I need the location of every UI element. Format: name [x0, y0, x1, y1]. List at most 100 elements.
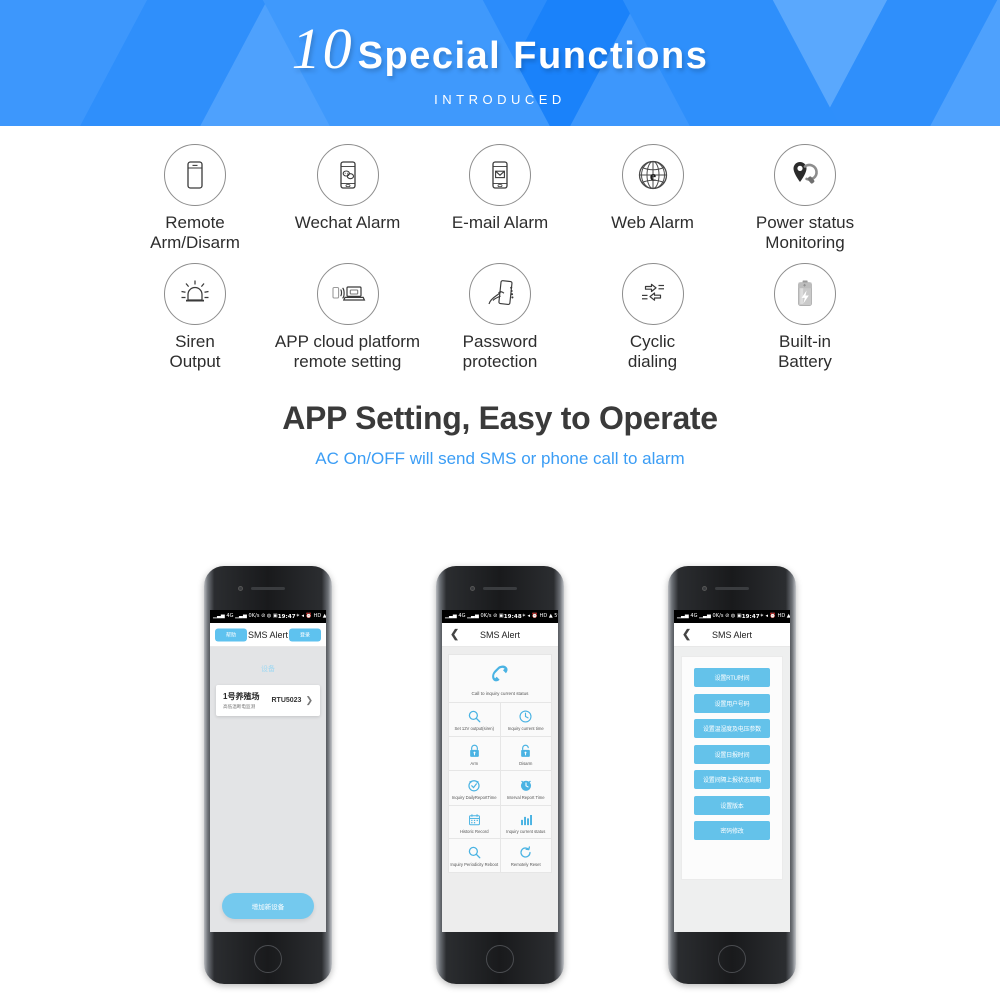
- home-button[interactable]: [254, 945, 282, 973]
- grid-item-label: Inquiry Periodicity Reboot: [450, 862, 499, 868]
- feature-label: E-mail Alarm: [451, 213, 549, 232]
- setting-button-version[interactable]: 设置版本: [694, 795, 770, 815]
- status-bar: ▁▃▅ 4G ▁▃▅ 0K/s ⊘ ◍ ▣ 19:47 ✶ ◂ ⏰ HD ▲: [674, 610, 790, 623]
- command-grid-body: Call to inquiry current status Set 12V o…: [442, 647, 558, 932]
- wifi-icon: ▲: [786, 613, 790, 619]
- grid-row: Inquiry DailyReportTime Interval Report …: [449, 771, 551, 806]
- feature-grid: Remote Arm/Disarm Wechat Alarm E-mail Al…: [0, 126, 1000, 372]
- section-label-devices: 设备: [261, 666, 275, 673]
- setting-button-rtu-time[interactable]: 设置RTU时间: [694, 668, 770, 687]
- grid-item-label: Inquiry current status: [506, 828, 546, 834]
- front-camera-icon: [470, 586, 475, 591]
- grid-item-set-12v-output[interactable]: Set 12V output(siren): [449, 703, 500, 736]
- setting-button-interval-report-cycle[interactable]: 设置间隔上报状态周期: [694, 770, 770, 789]
- alarm-clock-check-icon: [468, 780, 480, 792]
- grid-item-interval-report-time[interactable]: Interval Report Time: [499, 771, 552, 805]
- data-rate-label: 0K/s: [712, 613, 724, 619]
- nav-title: SMS Alert: [711, 629, 752, 640]
- cyclic-arrows-icon: [621, 263, 684, 326]
- feature-app-cloud-platform: APP cloud platform remote setting: [273, 263, 423, 372]
- hand-phone-password-icon: [469, 263, 531, 326]
- sync-icon: ⊘: [725, 613, 730, 619]
- grid-row: Historic Record Inquiry current status: [449, 805, 552, 840]
- mute-icon: ◂: [765, 613, 769, 619]
- nav-right-button[interactable]: 登录: [289, 628, 321, 641]
- data-rate-label: 0K/s: [480, 613, 492, 619]
- feature-label: Cyclic dialing: [627, 332, 678, 372]
- refresh-icon: [520, 846, 531, 859]
- section-subtitle: AC On/OFF will send SMS or phone call to…: [315, 449, 685, 469]
- grid-item-remotely-reset[interactable]: Remotely Reset: [499, 839, 552, 873]
- do-not-disturb-icon: ◍: [266, 613, 272, 619]
- data-rate-label: 0K/s: [248, 613, 260, 619]
- svg-text:e: e: [649, 170, 655, 185]
- phone-handset-icon: [492, 665, 508, 682]
- setting-button-change-password[interactable]: 密码修改: [694, 821, 770, 840]
- grid-item-call-status[interactable]: Call to inquiry current status: [449, 655, 551, 703]
- status-time: 19:47: [277, 613, 296, 620]
- nav-bar-3: ❮ SMS Alert: [674, 623, 790, 647]
- nav-left-button[interactable]: 帮助: [215, 628, 247, 641]
- phone-screen-1: ▁▃▅ 4G ▁▃▅ 0K/s ⊘ ◍ ▣ 19:47 ✶ ◂ ⏰ HD ▲ 帮…: [210, 610, 326, 932]
- device-list-body: 设备 1号养殖场 高低温断电监测 RTU5023 ❯ 增加新设备: [210, 647, 326, 932]
- grid-item-inquiry-current-time[interactable]: Inquiry current time: [499, 703, 552, 736]
- front-camera-icon: [238, 586, 243, 591]
- home-button[interactable]: [718, 945, 746, 973]
- feature-email-alarm: E-mail Alarm: [425, 144, 575, 253]
- feature-label: APP cloud platform remote setting: [274, 332, 421, 372]
- grid-item-historic-record[interactable]: Historic Record: [449, 806, 500, 839]
- feature-cyclic-dialing: Cyclic dialing: [578, 263, 728, 372]
- feature-label: Password protection: [462, 332, 538, 372]
- device-list-item[interactable]: 1号养殖场 高低温断电监测 RTU5023 ❯: [216, 685, 320, 716]
- status-time: 19:47: [741, 613, 760, 620]
- status-bar: ▁▃▅ 4G ▁▃▅ 0K/s ⊘ ◍ ▣ 19:47 ✶ ◂ ⏰ HD ▲: [210, 610, 326, 623]
- alarm-clock-icon: [520, 780, 531, 792]
- bluetooth-icon: ✶: [295, 613, 301, 619]
- grid-item-inquiry-daily-report-time[interactable]: Inquiry DailyReportTime: [449, 771, 500, 805]
- chevron-left-icon[interactable]: ❮: [450, 629, 459, 640]
- feature-power-status-monitoring: Power status Monitoring: [730, 144, 880, 253]
- do-not-disturb-icon: ◍: [730, 613, 736, 619]
- grid-item-inquiry-current-status[interactable]: Inquiry current status: [499, 805, 552, 839]
- sync-icon: ⊘: [493, 613, 498, 619]
- add-device-button[interactable]: 增加新设备: [222, 893, 314, 919]
- bluetooth-icon: ✶: [521, 613, 527, 619]
- feature-siren-output: Siren Output: [120, 263, 270, 372]
- feature-row-2: Siren Output APP cloud platform remote s…: [120, 263, 880, 372]
- grid-item-arm[interactable]: Arm: [449, 737, 500, 771]
- signal-bars-icon: ▁▃▅: [677, 613, 689, 619]
- lock-open-icon: [521, 744, 531, 757]
- chevron-left-icon[interactable]: ❮: [682, 629, 691, 640]
- globe-e-icon: e: [621, 144, 684, 206]
- feature-wechat-alarm: Wechat Alarm: [273, 144, 423, 253]
- banner-subtitle: INTRODUCED: [434, 91, 566, 107]
- hd-icon: HD: [539, 613, 548, 619]
- wifi-icon: ▲: [322, 613, 326, 619]
- wifi-icon: ▲: [548, 613, 553, 619]
- network-type-label: 4G: [226, 613, 234, 619]
- status-time: 19:48: [503, 613, 522, 620]
- setting-button-temp-humidity-voltage[interactable]: 设置温湿度及电压参数: [694, 719, 770, 738]
- device-description: 高低温断电监测: [223, 704, 256, 709]
- setting-button-user-number[interactable]: 设置用户号码: [694, 693, 770, 713]
- nav-title: SMS Alert: [247, 629, 288, 640]
- alarm-icon: ⏰: [531, 613, 538, 619]
- grid-row: Arm Disarm: [449, 736, 552, 772]
- banner-title: 10 Special Functions: [292, 19, 709, 78]
- feature-web-alarm: e Web Alarm: [578, 144, 728, 253]
- phone-screen-3: ▁▃▅ 4G ▁▃▅ 0K/s ⊘ ◍ ▣ 19:47 ✶ ◂ ⏰ HD ▲ ❮…: [674, 610, 790, 932]
- home-button[interactable]: [486, 945, 514, 973]
- grid-item-label: Historic Record: [459, 828, 489, 834]
- lock-closed-icon: [469, 744, 479, 757]
- feature-label: Wechat Alarm: [294, 213, 401, 232]
- bar-chart-icon: [520, 814, 532, 825]
- earpiece-speaker: [251, 587, 285, 590]
- grid-item-label: Remotely Reset: [510, 862, 541, 868]
- grid-item-label: Interval Report Time: [506, 795, 545, 801]
- hd-icon: HD: [777, 613, 786, 619]
- grid-item-disarm[interactable]: Disarm: [499, 736, 552, 771]
- grid-item-inquiry-periodicity-reboot[interactable]: Inquiry Periodicity Reboot: [449, 839, 500, 872]
- earpiece-speaker: [483, 587, 517, 590]
- setting-button-daily-report-time[interactable]: 设置日报时间: [694, 744, 770, 764]
- nav-bar-1: 帮助 SMS Alert 登录: [210, 623, 326, 647]
